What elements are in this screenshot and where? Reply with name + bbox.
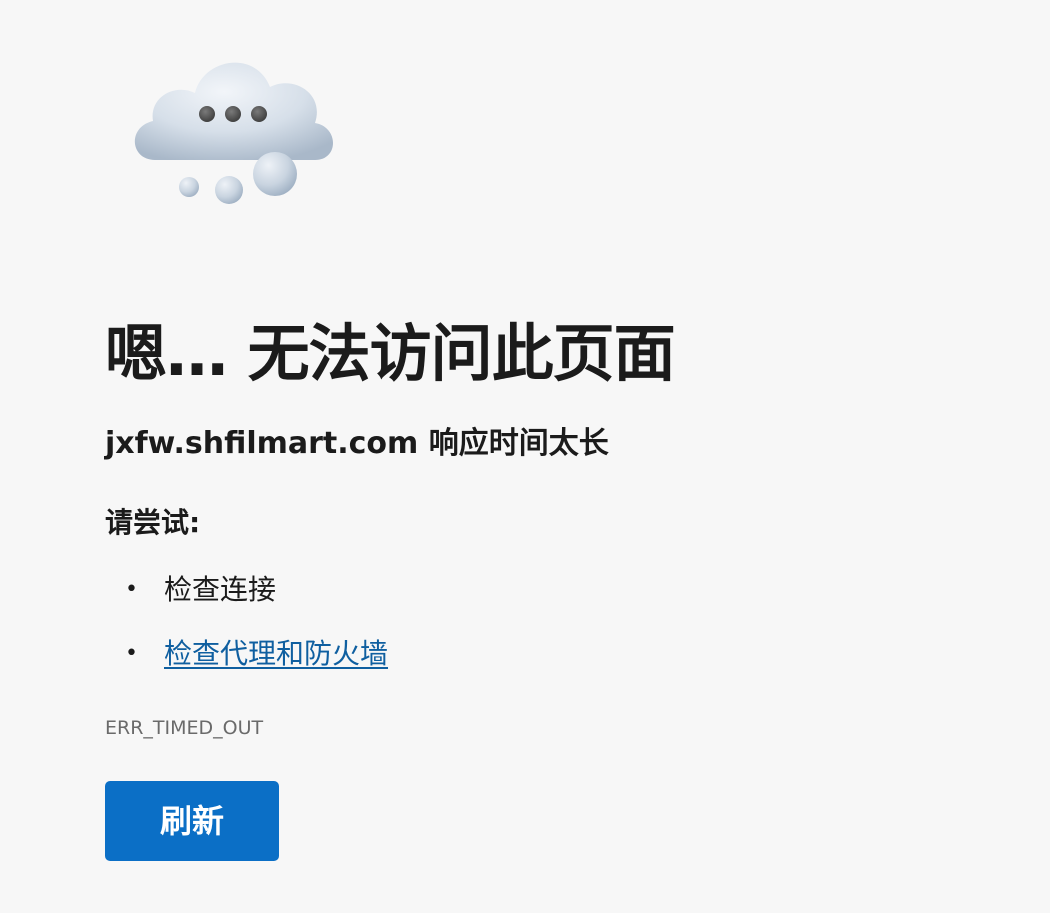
refresh-button[interactable]: 刷新 xyxy=(105,781,279,861)
page-title: 嗯… 无法访问此页面 xyxy=(105,317,676,390)
error-subtitle: jxfw.shfilmart.com 响应时间太长 xyxy=(105,426,609,461)
suggestion-check-connection: 检查连接 xyxy=(164,573,277,606)
check-proxy-firewall-link[interactable]: 检查代理和防火墙 xyxy=(164,637,388,670)
try-label: 请尝试: xyxy=(105,506,201,539)
error-page: 嗯… 无法访问此页面 jxfw.shfilmart.com 响应时间太长 请尝试… xyxy=(0,0,1050,913)
list-item: • 检查连接 xyxy=(105,570,388,610)
list-item: • 检查代理和防火墙 xyxy=(105,634,388,674)
thinking-cloud-icon xyxy=(125,45,345,215)
suggestion-list: • 检查连接 • 检查代理和防火墙 xyxy=(105,570,388,698)
error-code: ERR_TIMED_OUT xyxy=(105,717,264,739)
bullet-icon: • xyxy=(125,577,138,602)
bullet-icon: • xyxy=(125,641,138,666)
